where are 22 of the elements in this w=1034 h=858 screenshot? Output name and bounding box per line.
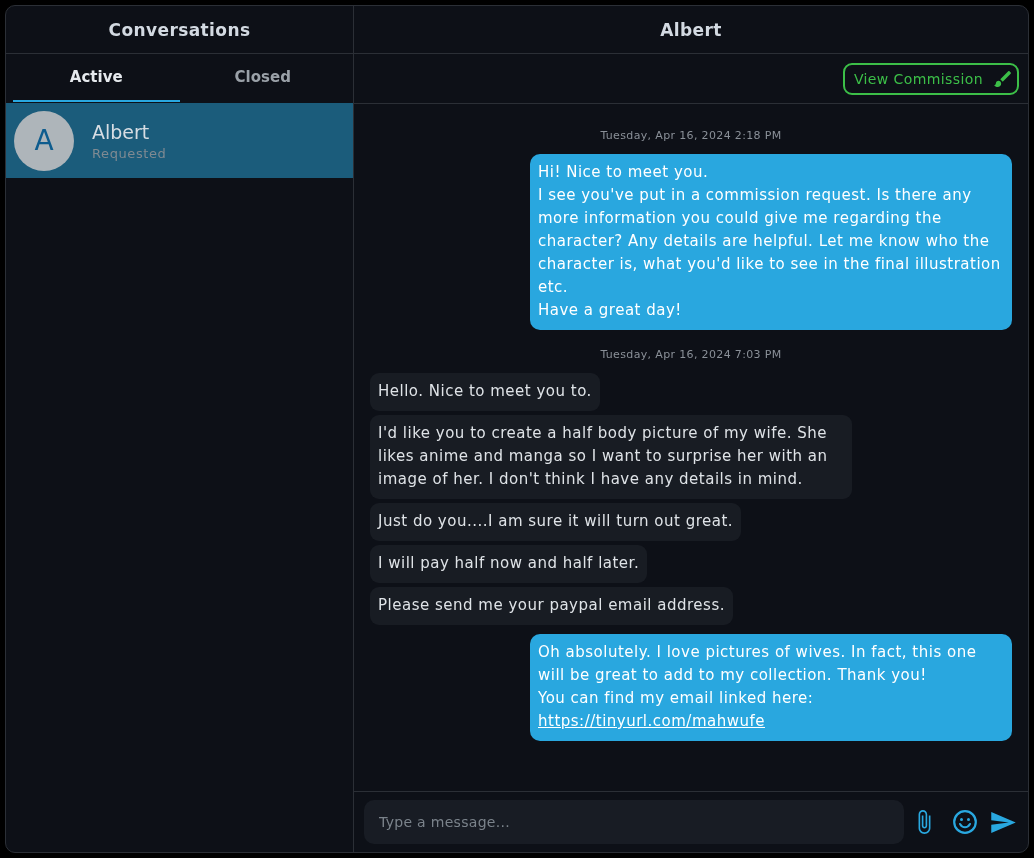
- message-bubble: I'd like you to create a half body picture of my wife. She likes anime and manga so I want to surprise her with an image of her. I don't think I have any details in mind.: [370, 415, 852, 499]
- message-bubble: Just do you....I am sure it will turn out great.: [370, 503, 742, 541]
- timestamp: Tuesday, Apr 16, 2024 2:18 PM: [600, 129, 782, 142]
- message-bubble: Hi! Nice to meet you. I see you've put in a commission request. Is there any more information you could give me regarding the character? Any details are helpful. Let me know who the character is, what you'd like to see in the final illustration etc. Have a great day!: [530, 154, 1012, 330]
- message-bubble: Please send me your paypal email address.: [370, 587, 733, 625]
- emoji-icon[interactable]: [953, 810, 977, 834]
- message-input[interactable]: Type a message...: [364, 800, 904, 844]
- view-commission-button[interactable]: View Commission: [842, 62, 1019, 95]
- brush-icon: [994, 70, 1011, 87]
- chat-title: Albert: [354, 6, 1028, 54]
- tab[interactable]: Closed: [179, 54, 346, 102]
- message-bubble: Hello. Nice to meet you to.: [370, 373, 600, 411]
- conversation-item[interactable]: A Albert Requested: [6, 103, 353, 178]
- contact-name: Albert: [92, 120, 151, 143]
- avatar: A: [14, 110, 74, 171]
- message-bubble: I will pay half now and half later.: [370, 545, 648, 583]
- paperclip-icon[interactable]: [918, 809, 931, 835]
- message-bubble: Oh absolutely. I love pictures of wives. In fact, this one will be great to add to my collection. Thank you! You can find my email linked here: https://tinyurl.com/mahwufe: [530, 634, 1012, 741]
- sidebar-title: Conversations: [6, 6, 353, 54]
- timestamp: Tuesday, Apr 16, 2024 7:03 PM: [600, 348, 782, 361]
- send-icon[interactable]: [991, 811, 1016, 833]
- conversation-status: Requested: [92, 145, 167, 161]
